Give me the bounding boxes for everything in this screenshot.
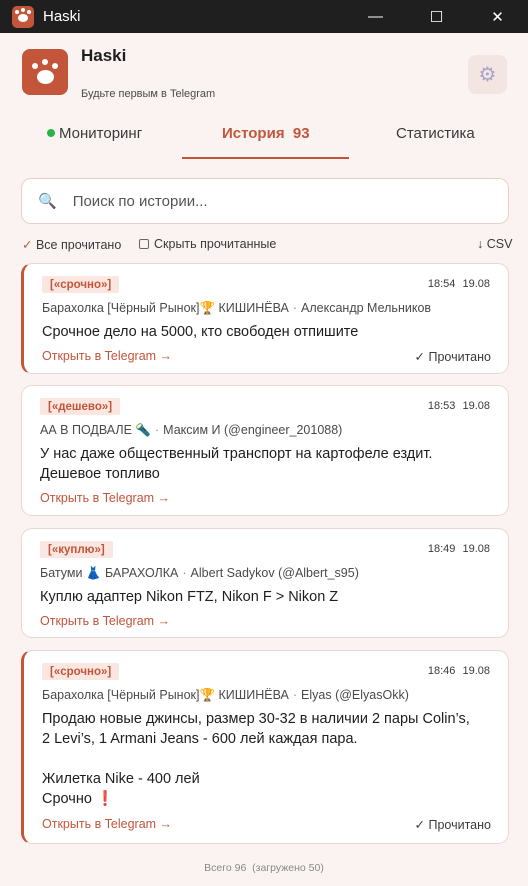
history-count: 93 [292,125,310,142]
check-icon: ✓ [22,238,33,252]
channel-name: Батуми 👗 БАРАХОЛКА [40,566,179,580]
message-card[interactable]: [«куплю»] 18:49 19.08 Батуми 👗 БАРАХОЛКА… [21,528,509,638]
total-count: Всего 96 [204,862,247,874]
title-bar: Haski — ☐ ✕ [0,0,528,33]
message-meta: Барахолка [Чёрный Рынок]🏆 КИШИНЁВА · Elyas… [42,688,409,702]
app-logo [22,49,68,95]
window-title: Haski [43,8,81,25]
loaded-count: (загружено 50) [252,862,324,874]
channel-name: Барахолка [Чёрный Рынок]🏆 КИШИНЁВА [42,301,289,315]
mark-all-read-button[interactable]: ✓ Все прочитано [22,237,121,252]
message-text: У нас даже общественный транспорт на кар… [40,446,433,482]
mark-read-button[interactable]: ✓ Прочитано [415,817,491,832]
open-in-telegram-link[interactable]: Открыть в Telegram → [40,614,170,628]
search-input[interactable] [72,192,473,210]
maximize-button[interactable]: ☐ [406,0,467,33]
tab-history[interactable]: История 93 [222,125,310,142]
channel-name: Барахолка [Чёрный Рынок]🏆 КИШИНЁВА [42,688,289,702]
message-time: 18:46 19.08 [427,665,490,677]
gear-icon: ⚙ [478,64,497,86]
message-card[interactable]: [«срочно»] 18:46 19.08 Барахолка [Чёрный… [21,650,509,844]
channel-name: АА В ПОДВАЛЕ 🔦 [40,423,151,437]
tab-monitoring[interactable]: Мониторинг [47,125,142,142]
app-subtitle: Будьте первым в Telegram [81,88,216,100]
author-name: Elyas (@ElyasOkk) [301,688,409,702]
message-meta: Барахолка [Чёрный Рынок]🏆 КИШИНЁВА · Алекс… [42,301,432,315]
close-button[interactable]: ✕ [467,0,528,33]
message-text: Продаю новые джинсы, размер 30-32 в нали… [42,711,470,807]
hide-read-checkbox[interactable] [139,238,149,249]
open-in-telegram-link[interactable]: Открыть в Telegram → [42,349,172,363]
online-status-dot [47,129,55,138]
open-in-telegram-link[interactable]: Открыть в Telegram → [42,817,172,831]
message-time: 18:53 19.08 [427,400,490,412]
author-name: Александр Мельников [301,301,432,315]
author-name: Максим И (@engineer_201088) [163,423,343,437]
keyword-tag: [«срочно»] [42,663,120,680]
tab-statistics[interactable]: Статистика [396,125,475,142]
keyword-tag: [«куплю»] [40,541,113,558]
mark-read-button[interactable]: ✓ Прочитано [415,349,491,364]
history-footer: Всего 96 (загружено 50) [0,862,528,874]
active-tab-indicator [182,157,349,159]
message-meta: АА В ПОДВАЛЕ 🔦 · Максим И (@engineer_20108… [40,423,343,437]
settings-button[interactable]: ⚙ [468,55,507,94]
message-text: Куплю адаптер Nikon FTZ, Nikon F > Nikon… [40,589,339,605]
message-card[interactable]: [«дешево»] 18:53 19.08 АА В ПОДВАЛЕ 🔦 · Ма… [21,385,509,516]
minimize-button[interactable]: — [345,0,406,33]
message-card[interactable]: [«срочно»] 18:54 19.08 Барахолка [Чёрный… [21,263,509,374]
keyword-tag: [«дешево»] [40,398,121,415]
exclamation-emoji: ❗ [95,791,115,807]
keyword-tag: [«срочно»] [42,276,120,293]
author-name: Albert Sadykov (@Albert_s95) [190,566,359,580]
open-in-telegram-link[interactable]: Открыть в Telegram → [40,491,170,505]
message-time: 18:54 19.08 [427,278,490,290]
app-name: Haski [81,46,127,65]
message-meta: Батуми 👗 БАРАХОЛКА · Albert Sadykov (@Albe… [40,566,359,580]
app-icon [12,5,34,28]
search-box[interactable]: 🔍 [21,178,509,224]
message-time: 18:49 19.08 [427,543,490,555]
export-csv-button[interactable]: ↓ CSV [477,237,512,251]
hide-read-toggle[interactable]: Скрыть прочитанные [139,237,276,251]
search-icon: 🔍 [38,193,57,210]
message-text: Срочное дело на 5000, кто свободен отпиш… [42,324,359,340]
download-icon: ↓ [477,237,484,251]
